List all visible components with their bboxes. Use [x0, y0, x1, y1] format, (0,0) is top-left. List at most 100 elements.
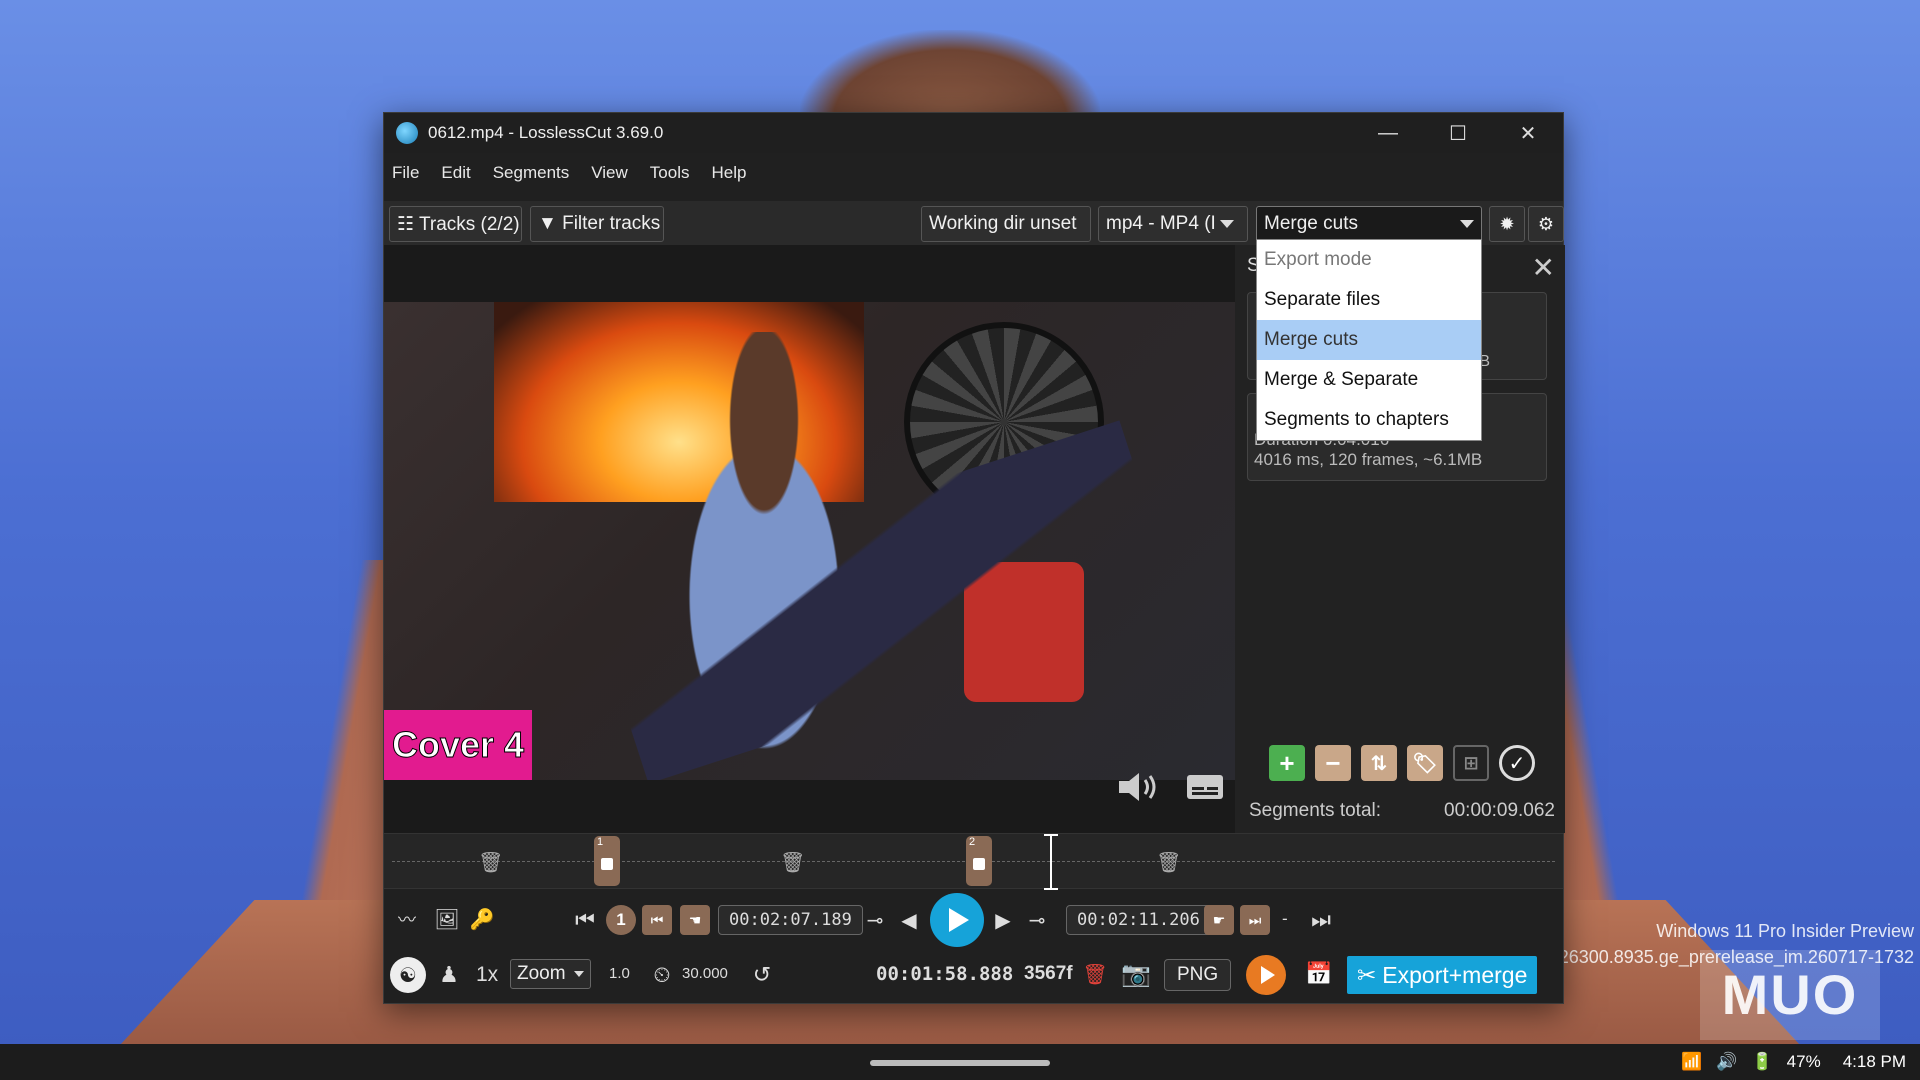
wifi-icon[interactable]: 📶 [1681, 1052, 1702, 1072]
zoom-select[interactable]: Zoom [510, 959, 591, 989]
scissors-icon: ✂ [1357, 961, 1377, 988]
play-icon [1260, 966, 1275, 984]
delete-icon[interactable]: 🗑 [1082, 959, 1107, 989]
menu-tools[interactable]: Tools [650, 163, 690, 183]
waveform-icon[interactable]: 〰 [389, 905, 425, 933]
trash-icon[interactable]: 🗑 [478, 850, 503, 874]
system-tray: 📶 🔊 🔋 47% 4:18 PM [1681, 1052, 1906, 1072]
filter-tracks-button[interactable]: ▼ Filter tracks [530, 206, 664, 242]
play-button[interactable] [930, 893, 984, 947]
snapshot-format-button[interactable]: PNG [1164, 959, 1232, 991]
jump-segment-start-button[interactable]: ⏮ [642, 905, 672, 935]
close-panel-icon[interactable]: ✕ [1532, 251, 1555, 284]
set-cut-end-button[interactable]: ☛ [1204, 905, 1234, 935]
next-keyframe-icon[interactable]: ⊸ [1020, 905, 1054, 935]
prev-frame-icon[interactable]: ◀ [898, 905, 920, 935]
gear-sun-icon: ✹ [1499, 213, 1515, 234]
export-merge-button[interactable]: ✂ Export+merge [1347, 956, 1538, 994]
prev-keyframe-icon[interactable]: ⊸ [858, 905, 892, 935]
format-select[interactable]: mp4 - MP4 (I [1098, 206, 1248, 242]
play-icon [949, 908, 969, 932]
home-indicator[interactable] [870, 1060, 1050, 1066]
export-mode-select[interactable]: Merge cuts [1256, 206, 1482, 242]
video-zone: Cover 4 [384, 245, 1235, 833]
settings-button[interactable]: ⚙ [1528, 206, 1564, 242]
window-controls: — ☐ ✕ [1353, 113, 1563, 153]
camera-icon[interactable]: 📷 [1118, 957, 1154, 991]
separator-dash: - [1282, 909, 1288, 928]
video-player[interactable]: Cover 4 [384, 302, 1235, 780]
trash-icon[interactable]: 🗑 [1156, 850, 1181, 874]
export-mode-value: Merge cuts [1264, 213, 1358, 234]
tag-icon: 🏷 [1412, 752, 1438, 775]
export-mode-dropdown: Export mode Separate files Merge cuts Me… [1256, 239, 1482, 441]
jump-end-icon[interactable]: ⏭ [1308, 905, 1334, 935]
temple-dome-decor [800, 30, 1100, 120]
option-merge-cuts[interactable]: Merge cuts [1257, 320, 1481, 360]
current-time[interactable]: 00:01:58.888 [876, 963, 1013, 985]
minimize-button[interactable]: — [1353, 113, 1423, 153]
next-frame-icon[interactable]: ▶ [992, 905, 1014, 935]
thumbnails-icon[interactable]: 🖼 [432, 905, 462, 933]
frame-count[interactable]: 3567f [1024, 963, 1073, 985]
trash-icon[interactable]: 🗑 [780, 850, 805, 874]
menu-view[interactable]: View [591, 163, 628, 183]
clock[interactable]: 4:18 PM [1843, 1052, 1906, 1072]
battery-icon[interactable]: 🔋 [1751, 1052, 1772, 1072]
menu-segments[interactable]: Segments [493, 163, 570, 183]
jump-segment-end-button[interactable]: ⏭ [1240, 905, 1270, 935]
hand-icon: ☛ [1212, 911, 1226, 928]
jump-start-icon[interactable]: ⏮ [572, 905, 598, 935]
split-segment-button[interactable]: ⊞ [1453, 745, 1489, 781]
muo-logo: MUO [1700, 950, 1880, 1040]
remove-segment-button[interactable]: − [1315, 745, 1351, 781]
subtitles-icon[interactable] [1185, 771, 1225, 803]
segment-number-badge[interactable]: 1 [606, 905, 636, 935]
add-segment-button[interactable]: + [1269, 745, 1305, 781]
playhead-cursor[interactable] [1044, 834, 1058, 890]
video-overlay-text: Cover 4 [384, 710, 532, 780]
person-icon[interactable]: ♟ [434, 957, 464, 993]
menu-help[interactable]: Help [711, 163, 746, 183]
option-separate-files[interactable]: Separate files [1257, 280, 1481, 320]
tracks-button[interactable]: ☷ Tracks (2/2) [389, 206, 522, 242]
watermark-line1: Windows 11 Pro Insider Preview [1656, 921, 1914, 941]
label-segment-button[interactable]: 🏷 [1407, 745, 1443, 781]
option-segments-to-chapters[interactable]: Segments to chapters [1257, 400, 1481, 440]
segment-marker-number: 2 [969, 836, 976, 848]
set-cut-start-button[interactable]: ☚ [680, 905, 710, 935]
zoom-value: 1.0 [609, 965, 630, 982]
rotate-icon[interactable]: ↺ [748, 959, 776, 991]
taskbar: 📶 🔊 🔋 47% 4:18 PM [0, 1044, 1920, 1080]
timer-icon: ⏲ [653, 962, 671, 987]
cut-end-time[interactable]: 00:02:11.206 [1066, 905, 1211, 935]
close-button[interactable]: ✕ [1493, 113, 1563, 153]
dark-mode-icon[interactable]: ☯ [390, 957, 426, 993]
segments-total: Segments total: 00:00:09.062 [1249, 800, 1555, 822]
playback-speed[interactable]: 1x [476, 963, 498, 987]
export-preview-button[interactable] [1246, 955, 1286, 995]
app-icon [396, 122, 418, 144]
title-bar: 0612.mp4 - LosslessCut 3.69.0 — ☐ ✕ [384, 113, 1563, 153]
volume-icon[interactable] [1115, 769, 1163, 805]
menu-edit[interactable]: Edit [441, 163, 470, 183]
option-merge-separate[interactable]: Merge & Separate [1257, 360, 1481, 400]
export-settings-button[interactable]: ✹ [1489, 206, 1525, 242]
sort-segments-button[interactable]: ⇅ [1361, 745, 1397, 781]
skip-back-icon: ⏮ [650, 911, 664, 928]
calendar-icon[interactable]: 📅 [1304, 957, 1334, 991]
select-segments-button[interactable]: ✓ [1499, 745, 1535, 781]
cut-start-time[interactable]: 00:02:07.189 [718, 905, 863, 935]
maximize-button[interactable]: ☐ [1423, 113, 1493, 153]
working-dir-button[interactable]: Working dir unset [921, 206, 1091, 242]
segment-marker-1[interactable]: 1 [594, 836, 620, 886]
keyframes-icon[interactable]: 🔑 [468, 905, 496, 933]
timeline[interactable]: 🗑 1 🗑 2 🗑 [384, 833, 1563, 890]
segment-marker-2[interactable]: 2 [966, 836, 992, 886]
volume-icon[interactable]: 🔊 [1716, 1052, 1737, 1072]
fps-value[interactable]: 30.000 [682, 965, 728, 982]
split-icon: ⊞ [1463, 752, 1479, 773]
chevron-down-icon [1219, 220, 1234, 228]
gear-icon: ⚙ [1537, 213, 1555, 234]
menu-file[interactable]: File [392, 163, 419, 183]
